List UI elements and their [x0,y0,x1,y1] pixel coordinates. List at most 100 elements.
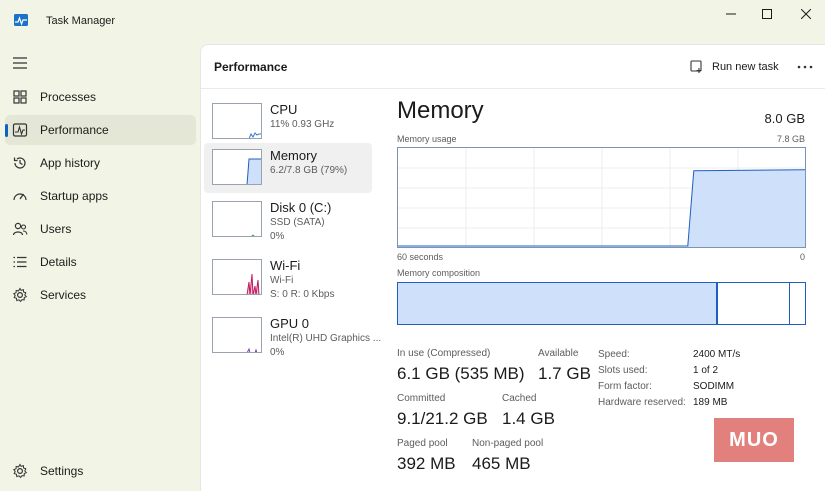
hw-slots-value: 1 of 2 [693,365,719,376]
gear-icon [13,287,28,303]
resource-sub: SSD (SATA) [270,217,325,228]
sidebar-item-startup-apps[interactable]: Startup apps [5,181,196,211]
resource-sub2: S: 0 R: 0 Kbps [270,289,335,300]
gpu-thumbnail [212,317,262,353]
hw-slots-label: Slots used: [598,365,648,376]
resource-item-gpu[interactable]: GPU 0 Intel(R) UHD Graphics ... 0% [204,311,381,361]
settings-gear-icon [13,463,28,479]
committed-label: Committed [397,393,446,404]
sidebar: Processes Performance App history Startu… [0,42,200,491]
minimize-button[interactable] [712,0,750,28]
disk-thumbnail [212,201,262,237]
resource-name: Wi-Fi [270,258,301,273]
close-button[interactable] [787,0,825,28]
resource-sub: 11% 0.93 GHz [270,119,335,130]
cached-label: Cached [502,393,537,404]
watermark-text: MUO [729,428,779,451]
sidebar-item-app-history[interactable]: App history [5,148,196,178]
sidebar-item-label: App history [40,156,101,170]
hw-form-factor-label: Form factor: [598,381,652,392]
sidebar-item-label: Performance [40,123,109,137]
run-new-task-button[interactable]: Run new task [690,55,779,79]
paged-pool-label: Paged pool [397,438,448,449]
sidebar-item-label: Processes [40,90,97,104]
sidebar-item-label: Startup apps [40,189,109,203]
cached-value: 1.4 GB [502,409,555,428]
hw-speed-value: 2400 MT/s [693,349,741,360]
in-use-value: 6.1 GB (535 MB) [397,364,525,383]
window-title: Task Manager [46,15,116,27]
muo-watermark-logo: MUO [714,418,794,462]
sidebar-item-label: Users [40,222,72,236]
history-icon [13,157,26,169]
resource-item-cpu[interactable]: CPU 11% 0.93 GHz [204,97,372,147]
memory-composition-label: Memory composition [397,268,481,278]
title-bar: Task Manager [0,0,825,42]
maximize-button[interactable] [748,0,786,28]
cpu-thumbnail [212,103,262,139]
memory-total: 8.0 GB [764,111,805,126]
graph-time-left: 60 seconds [397,252,444,262]
sidebar-item-label: Details [40,255,77,269]
sidebar-item-performance[interactable]: Performance [5,115,196,145]
run-new-task-label: Run new task [712,61,779,73]
nonpaged-pool-value: 465 MB [472,454,531,473]
memory-thumbnail [212,149,262,185]
sidebar-item-label: Settings [40,464,84,478]
resource-name: CPU [270,102,298,117]
memory-usage-label: Memory usage [397,134,457,144]
users-icon [12,222,28,236]
detail-title: Memory [397,97,484,124]
page-title: Performance [214,60,288,74]
usage-graph-svg [398,148,806,247]
maximize-icon [762,9,772,19]
memory-usage-max: 7.8 GB [776,134,805,144]
close-icon [801,9,811,19]
memory-usage-graph [397,147,806,248]
sidebar-item-processes[interactable]: Processes [5,82,196,112]
grid-icon [13,90,27,104]
memory-usage-area [687,169,805,247]
more-dots-icon [797,65,813,69]
available-label: Available [538,348,579,359]
sidebar-item-details[interactable]: Details [5,247,196,277]
graph-time-right: 0 [799,252,805,262]
resource-name: Memory [270,148,317,163]
memory-composition-bar [397,282,806,325]
resource-item-memory[interactable]: Memory 6.2/7.8 GB (79%) [204,143,372,193]
hw-reserved-value: 189 MB [693,397,728,408]
active-indicator [5,124,8,137]
resource-item-disk[interactable]: Disk 0 (C:) SSD (SATA) 0% [204,195,372,245]
hamburger-menu-icon[interactable] [12,56,28,70]
resource-name: Disk 0 (C:) [270,200,332,215]
composition-in-use-segment [398,283,718,324]
pulse-icon [12,123,28,137]
composition-standby-divider [789,283,790,324]
resource-item-wifi[interactable]: Wi-Fi Wi-Fi S: 0 R: 0 Kbps [204,253,372,303]
in-use-label: In use (Compressed) [397,348,491,359]
resource-sub2: 0% [270,347,285,358]
list-icon [13,256,27,268]
task-manager-icon [14,14,28,26]
hw-form-factor-value: SODIMM [693,381,735,392]
minimize-icon [726,13,736,15]
page-header: Performance Run new task [201,45,825,89]
run-task-icon [690,60,702,73]
more-options-button[interactable] [793,55,817,79]
hw-speed-label: Speed: [598,349,630,360]
sidebar-item-services[interactable]: Services [5,280,196,310]
resource-sub2: 0% [270,231,285,242]
speedometer-icon [13,193,27,201]
hw-reserved-label: Hardware reserved: [598,397,686,408]
sidebar-item-users[interactable]: Users [5,214,196,244]
paged-pool-value: 392 MB [397,454,456,473]
resource-sub: 6.2/7.8 GB (79%) [270,165,348,176]
resource-name: GPU 0 [270,316,310,331]
nonpaged-pool-label: Non-paged pool [472,438,544,449]
committed-value: 9.1/21.2 GB [397,409,488,428]
resource-sub: Wi-Fi [270,275,294,286]
wifi-thumbnail [212,259,262,295]
sidebar-item-label: Services [40,288,87,302]
sidebar-item-settings[interactable]: Settings [5,456,196,486]
resource-sub: Intel(R) UHD Graphics ... [270,333,382,344]
